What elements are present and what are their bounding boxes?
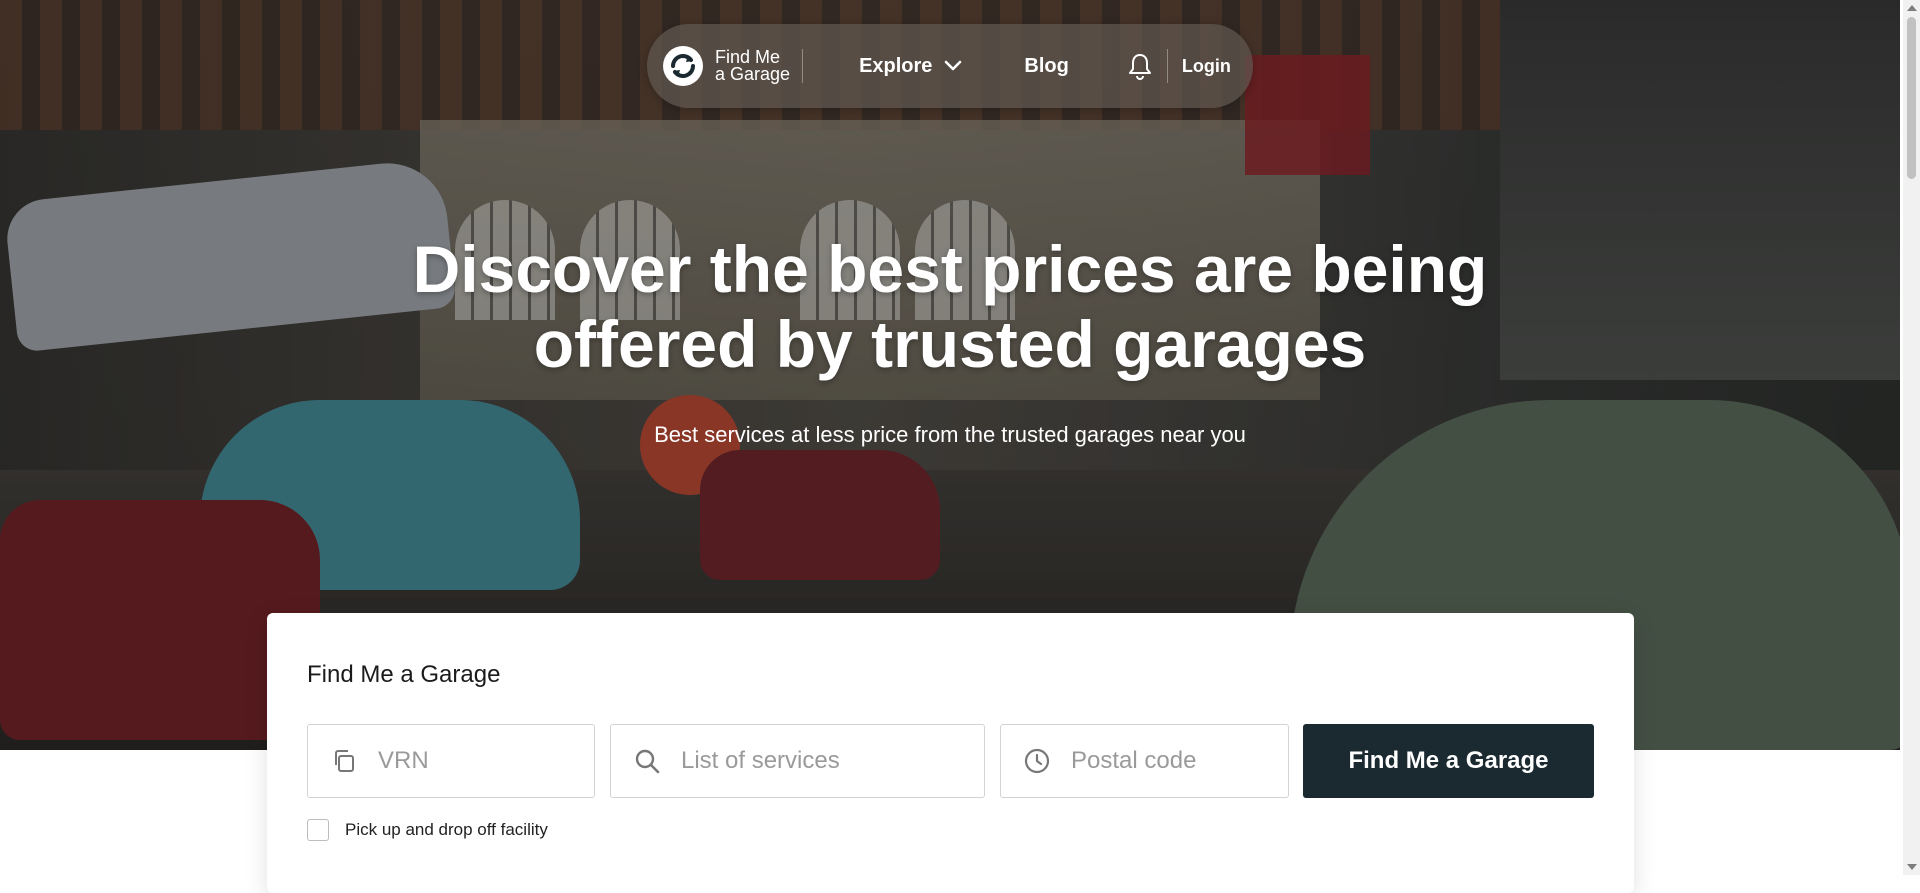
postal-code-input[interactable]: [1069, 746, 1274, 776]
page-scrollbar[interactable]: [1903, 0, 1920, 875]
search-card: Find Me a Garage Find Me a Garage: [267, 613, 1634, 893]
blog-link[interactable]: Blog: [1024, 55, 1068, 78]
explore-menu[interactable]: Explore: [859, 55, 962, 78]
explore-label: Explore: [859, 54, 933, 77]
logo-line-2: a Garage: [715, 64, 791, 84]
top-navigation: Find Me a Garage Explore Blog Login: [647, 24, 1253, 108]
scroll-down-arrow-icon[interactable]: [1907, 864, 1917, 870]
search-card-title: Find Me a Garage: [307, 661, 501, 688]
search-icon: [633, 747, 661, 775]
nav-divider: [1166, 49, 1168, 83]
pickup-option[interactable]: Pick up and drop off facility: [307, 819, 548, 841]
vrn-input[interactable]: [376, 746, 581, 776]
nav-divider: [802, 49, 804, 83]
pickup-checkbox[interactable]: [307, 819, 329, 841]
services-input[interactable]: [679, 746, 945, 776]
notifications-button[interactable]: [1127, 52, 1153, 80]
logo-text: Find Me a Garage: [715, 48, 791, 84]
logo-icon: [663, 46, 703, 86]
hero-subheading: Best services at less price from the tru…: [654, 422, 1246, 447]
logo[interactable]: Find Me a Garage: [663, 46, 790, 86]
bell-icon: [1128, 54, 1151, 80]
copy-icon: [330, 747, 358, 775]
pickup-label: Pick up and drop off facility: [345, 820, 548, 839]
clock-icon: [1023, 747, 1051, 775]
login-link[interactable]: Login: [1182, 56, 1231, 77]
vrn-field[interactable]: [307, 724, 595, 798]
scrollbar-thumb[interactable]: [1907, 17, 1916, 179]
scroll-up-arrow-icon[interactable]: [1907, 5, 1917, 11]
services-field[interactable]: [610, 724, 985, 798]
chevron-down-icon: [945, 60, 962, 71]
postal-code-field[interactable]: [1000, 724, 1289, 798]
find-garage-button[interactable]: Find Me a Garage: [1303, 724, 1594, 798]
hero-headline: Discover the best prices are being offer…: [412, 232, 1488, 381]
